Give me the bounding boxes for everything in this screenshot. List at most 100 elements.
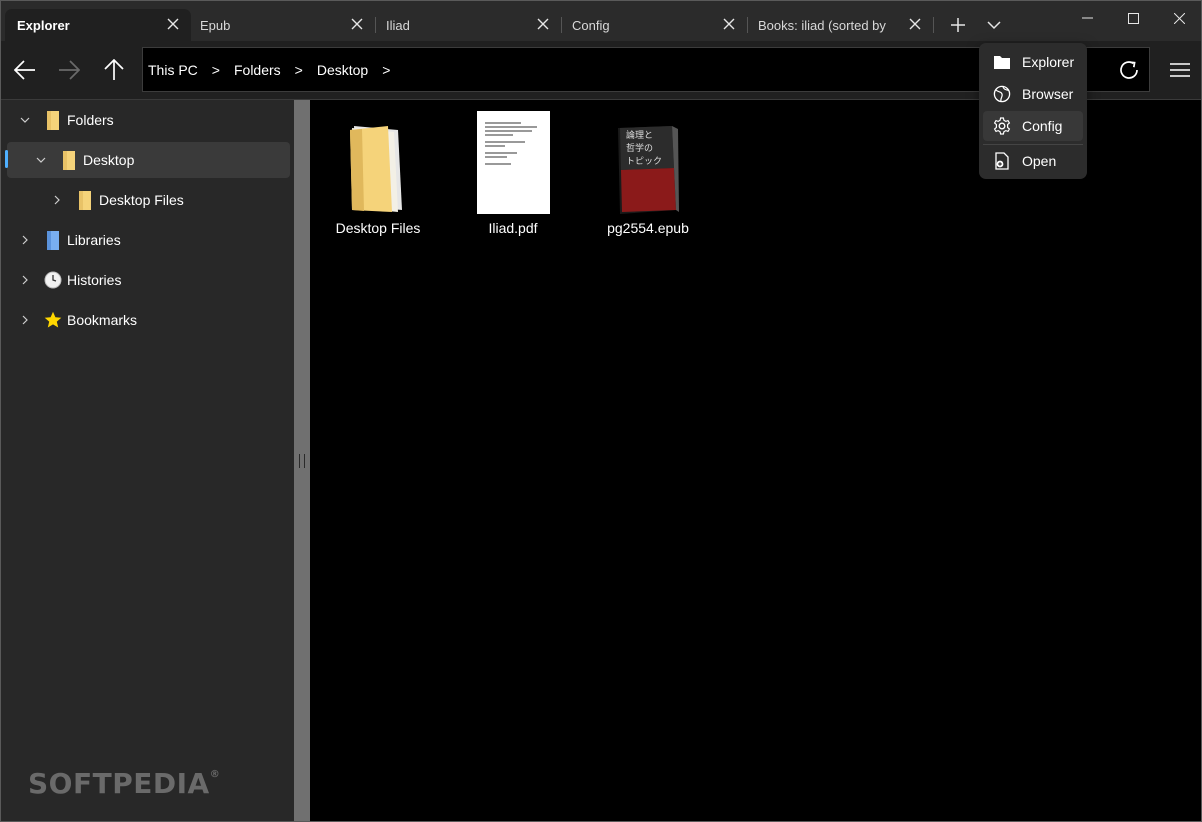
close-icon	[1173, 12, 1185, 24]
breadcrumb-separator: >	[211, 61, 220, 78]
menu-item-config[interactable]: Config	[983, 111, 1083, 141]
sidebar-item-label: Libraries	[67, 232, 121, 248]
file-item-iliad-pdf[interactable]: Iliad.pdf	[453, 110, 573, 250]
file-name: Iliad.pdf	[488, 220, 538, 236]
folder-icon	[43, 110, 63, 130]
pdf-page-icon	[476, 111, 550, 214]
folder-icon	[59, 150, 79, 170]
folder-icon	[350, 126, 402, 212]
sidebar-item-label: Folders	[67, 112, 114, 128]
close-tab-icon[interactable]	[907, 16, 923, 32]
menu-button[interactable]	[1164, 54, 1196, 86]
app-window: Explorer Epub Iliad Config Books: iliad …	[0, 0, 1202, 822]
breadcrumb-desktop[interactable]: Desktop	[317, 62, 368, 78]
breadcrumb-this-pc[interactable]: This PC	[148, 62, 198, 78]
sidebar-item-label: Bookmarks	[67, 312, 138, 328]
arrow-right-icon	[59, 60, 80, 80]
tab-bar: Explorer Epub Iliad Config Books: iliad …	[1, 1, 1201, 41]
tab-label: Explorer	[17, 17, 70, 33]
selection-indicator	[5, 150, 8, 168]
minimize-icon	[1081, 17, 1093, 19]
chevron-down-icon	[987, 20, 1001, 29]
dropdown-menu: Explorer Browser Config Open	[979, 43, 1087, 179]
plus-icon	[951, 18, 965, 32]
sidebar-item-folders[interactable]: Folders	[17, 102, 287, 138]
menu-item-label: Open	[1022, 153, 1057, 169]
library-icon	[43, 230, 63, 250]
chevron-right-icon[interactable]	[49, 195, 65, 205]
tab-label: Books: iliad (sorted by popularity)	[758, 17, 888, 33]
file-name: pg2554.epub	[607, 220, 689, 236]
menu-item-label: Browser	[1022, 86, 1074, 102]
up-button[interactable]	[98, 54, 130, 86]
breadcrumb-separator: >	[294, 61, 303, 78]
tab-label: Config	[572, 17, 610, 33]
tab-epub[interactable]: Epub	[188, 9, 376, 41]
file-item-pg2554-epub[interactable]: 論理と 哲学の トピック pg2554.epub	[588, 110, 708, 250]
watermark-text: SOFTPEDIA	[28, 767, 210, 800]
sidebar-item-label: Desktop Files	[99, 192, 184, 208]
cover-text-line: トピック	[626, 157, 663, 167]
chevron-down-icon[interactable]	[17, 117, 33, 123]
breadcrumb-folders[interactable]: Folders	[234, 62, 281, 78]
epub-thumbnail: 論理と 哲学の トピック	[616, 110, 680, 214]
close-tab-icon[interactable]	[349, 16, 365, 32]
hamburger-menu-icon	[1170, 63, 1190, 77]
sidebar-item-libraries[interactable]: Libraries	[17, 222, 287, 258]
sidebar-item-histories[interactable]: Histories	[17, 262, 287, 298]
cover-text-line: 哲学の	[626, 144, 654, 154]
forward-button[interactable]	[53, 54, 85, 86]
close-window-button[interactable]	[1164, 7, 1194, 29]
star-icon	[43, 310, 63, 330]
close-tab-icon[interactable]	[535, 16, 551, 32]
sidebar-item-desktop-files[interactable]: Desktop Files	[49, 182, 289, 218]
minimize-button[interactable]	[1072, 7, 1102, 29]
chevron-right-icon[interactable]	[17, 275, 33, 285]
refresh-icon	[1120, 61, 1138, 79]
tab-config[interactable]: Config	[560, 9, 748, 41]
sidebar-item-bookmarks[interactable]: Bookmarks	[17, 302, 287, 338]
tab-explorer[interactable]: Explorer	[5, 9, 191, 41]
chevron-right-icon[interactable]	[17, 235, 33, 245]
file-name: Desktop Files	[335, 220, 421, 236]
splitter-grip	[299, 454, 305, 468]
watermark-mark: ®	[209, 769, 221, 780]
tab-iliad[interactable]: Iliad	[374, 9, 562, 41]
close-tab-icon[interactable]	[721, 16, 737, 32]
arrow-up-icon	[104, 59, 124, 80]
chevron-down-icon[interactable]	[33, 157, 49, 163]
maximize-icon	[1127, 12, 1139, 24]
menu-item-explorer[interactable]: Explorer	[983, 47, 1083, 77]
back-button[interactable]	[9, 54, 41, 86]
epub-cover-title: 論理と 哲学の トピック	[626, 130, 662, 169]
clock-icon	[43, 270, 63, 290]
pane-splitter[interactable]	[294, 100, 310, 821]
sidebar-item-desktop[interactable]: Desktop	[7, 142, 290, 178]
sidebar-item-label: Desktop	[83, 152, 135, 168]
menu-item-open[interactable]: Open	[983, 146, 1083, 176]
tab-label: Epub	[200, 17, 231, 33]
menu-item-browser[interactable]: Browser	[983, 79, 1083, 109]
maximize-button[interactable]	[1118, 7, 1148, 29]
menu-item-label: Config	[1022, 118, 1063, 134]
menu-item-label: Explorer	[1022, 54, 1075, 70]
pdf-thumbnail	[476, 110, 550, 214]
tab-separator	[933, 17, 934, 33]
new-tab-button[interactable]	[946, 13, 970, 37]
watermark: SOFTPEDIA®	[28, 767, 220, 800]
folder-icon	[993, 53, 1011, 71]
menu-divider	[983, 144, 1083, 145]
sidebar-tree: Folders Desktop Desktop Files Libraries …	[1, 100, 294, 821]
tab-list-button[interactable]	[982, 13, 1006, 37]
cover-text-line: 論理と	[626, 131, 654, 141]
file-view: Desktop Files Iliad.pdf 論理と 哲学の トピック pg2…	[310, 100, 1201, 821]
sidebar-item-label: Histories	[67, 272, 122, 288]
tab-books[interactable]: Books: iliad (sorted by popularity)	[746, 9, 934, 41]
chevron-right-icon[interactable]	[17, 315, 33, 325]
arrow-left-icon	[14, 60, 35, 80]
folder-thumbnail	[348, 110, 408, 214]
close-tab-icon[interactable]	[165, 16, 181, 32]
refresh-button[interactable]	[1113, 54, 1145, 86]
open-file-icon	[993, 152, 1011, 170]
file-item-desktop-files[interactable]: Desktop Files	[318, 110, 438, 250]
